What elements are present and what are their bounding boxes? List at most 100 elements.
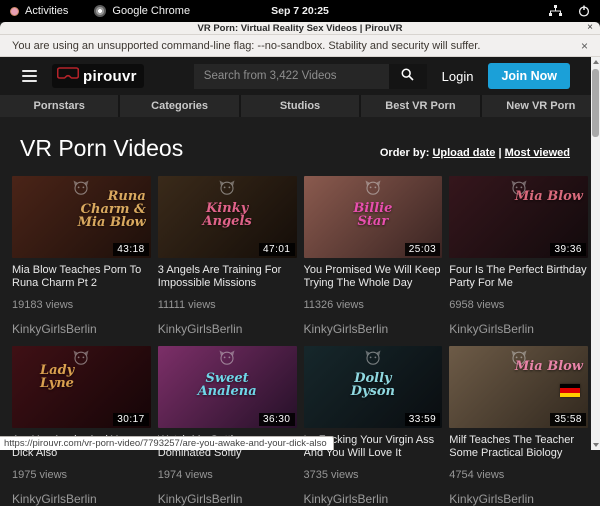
scrollbar-thumb[interactable] xyxy=(592,69,599,137)
video-title[interactable]: 3 Angels Are Training For Impossible Mis… xyxy=(158,264,297,290)
video-thumbnail[interactable]: Sweet Analena 36:30 xyxy=(158,346,297,428)
video-thumbnail[interactable]: Lady Lyne 30:17 xyxy=(12,346,151,428)
duration-badge: 43:18 xyxy=(113,243,149,256)
order-separator: | xyxy=(498,147,501,159)
order-by: Order by: Upload date | Most viewed xyxy=(380,147,570,159)
nav-item-studios[interactable]: Studios xyxy=(241,95,359,117)
studio-watermark-icon xyxy=(219,180,235,200)
thumbnail-overlay-title: Runa Charm & Mia Blow xyxy=(76,190,146,229)
video-views: 4754 views xyxy=(449,469,588,481)
page-content: VR Porn Videos Order by: Upload date | M… xyxy=(0,135,600,506)
studio-watermark-icon xyxy=(365,180,381,200)
studio-watermark-icon xyxy=(365,350,381,370)
studio-link[interactable]: KinkyGirlsBerlin xyxy=(158,322,297,336)
scroll-up-arrow-icon[interactable] xyxy=(593,60,599,64)
duration-badge: 47:01 xyxy=(259,243,295,256)
status-url-tooltip: https://pirouvr.com/vr-porn-video/779325… xyxy=(0,436,334,450)
video-card: Kinky Angels 47:01 3 Angels Are Training… xyxy=(158,176,297,336)
video-thumbnail[interactable]: Mia Blow 39:36 xyxy=(449,176,588,258)
thumbnail-overlay-title: Mia Blow xyxy=(515,190,583,203)
infobar-message: You are using an unsupported command-lin… xyxy=(12,40,480,52)
focused-app-menu[interactable]: Google Chrome xyxy=(94,5,190,17)
nav-item-best-vr-porn[interactable]: Best VR Porn xyxy=(361,95,479,117)
thumbnail-overlay-title: Lady Lyne xyxy=(40,364,110,390)
thumbnail-overlay-title: Kinky Angels xyxy=(192,202,261,228)
video-card: Mia Blow 39:36 Four Is The Perfect Birth… xyxy=(449,176,588,336)
nav-item-pornstars[interactable]: Pornstars xyxy=(0,95,118,117)
thumbnail-overlay-title: Mia Blow xyxy=(515,360,583,373)
page-scrollbar[interactable] xyxy=(591,57,600,450)
join-now-button[interactable]: Join Now xyxy=(488,63,570,89)
search-icon xyxy=(401,68,414,84)
studio-link[interactable]: KinkyGirlsBerlin xyxy=(12,322,151,336)
clock[interactable]: Sep 7 20:25 xyxy=(271,5,329,17)
search-button[interactable] xyxy=(389,64,427,89)
duration-badge: 36:30 xyxy=(259,413,295,426)
site-logo[interactable]: pirouvr xyxy=(52,64,144,88)
duration-badge: 33:59 xyxy=(405,413,441,426)
nav-item-new-vr-porn[interactable]: New VR Porn xyxy=(482,95,600,117)
studio-watermark-icon xyxy=(219,350,235,370)
activities-indicator-icon xyxy=(10,7,19,16)
studio-link[interactable]: KinkyGirlsBerlin xyxy=(12,492,151,506)
chrome-icon xyxy=(94,5,106,17)
video-grid: Runa Charm & Mia Blow 43:18 Mia Blow Tea… xyxy=(10,176,590,506)
window-close-icon[interactable]: × xyxy=(587,23,593,33)
video-thumbnail[interactable]: Dolly Dyson 33:59 xyxy=(304,346,443,428)
order-most-viewed-link[interactable]: Most viewed xyxy=(505,147,570,159)
infobar-close-icon[interactable]: × xyxy=(581,39,588,53)
video-thumbnail[interactable]: Billie Star 25:03 xyxy=(304,176,443,258)
scroll-down-arrow-icon[interactable] xyxy=(593,443,599,447)
video-title[interactable]: Four Is The Perfect Birthday Party For M… xyxy=(449,264,588,290)
video-card: Runa Charm & Mia Blow 43:18 Mia Blow Tea… xyxy=(12,176,151,336)
menu-icon[interactable] xyxy=(22,70,37,82)
network-icon[interactable] xyxy=(549,5,562,17)
video-views: 3735 views xyxy=(304,469,443,481)
window-title-bar[interactable]: VR Porn: Virtual Reality Sex Videos | Pi… xyxy=(0,22,600,35)
german-flag-icon xyxy=(560,384,580,397)
activities-button[interactable]: Activities xyxy=(25,5,68,17)
thumbnail-overlay-title: Sweet Analena xyxy=(192,372,261,398)
search-input[interactable] xyxy=(194,64,389,89)
video-views: 11326 views xyxy=(304,299,443,311)
power-icon[interactable] xyxy=(578,5,590,17)
video-title[interactable]: You Promised We Will Keep Trying The Who… xyxy=(304,264,443,290)
login-link[interactable]: Login xyxy=(442,69,474,84)
order-upload-date-link[interactable]: Upload date xyxy=(432,147,495,159)
page-title: VR Porn Videos xyxy=(20,135,183,162)
studio-link[interactable]: KinkyGirlsBerlin xyxy=(304,322,443,336)
video-card: Sweet Analena 36:30 Watch Me Getting Dom… xyxy=(158,346,297,506)
studio-link[interactable]: KinkyGirlsBerlin xyxy=(304,492,443,506)
site-logo-text: pirouvr xyxy=(83,68,137,85)
video-card: Dolly Dyson 33:59 Im Fucking Your Virgin… xyxy=(304,346,443,506)
video-title[interactable]: Milf Teaches The Teacher Some Practical … xyxy=(449,434,588,460)
video-views: 1975 views xyxy=(12,469,151,481)
duration-badge: 39:36 xyxy=(550,243,586,256)
vr-goggles-icon xyxy=(57,67,79,85)
video-views: 19183 views xyxy=(12,299,151,311)
video-views: 1974 views xyxy=(158,469,297,481)
focused-app-label: Google Chrome xyxy=(112,5,190,17)
thumbnail-overlay-title: Billie Star xyxy=(338,202,407,228)
thumbnail-overlay-title: Dolly Dyson xyxy=(338,372,407,398)
order-by-label: Order by: xyxy=(380,147,430,159)
nav-item-categories[interactable]: Categories xyxy=(120,95,238,117)
video-thumbnail[interactable]: Runa Charm & Mia Blow 43:18 xyxy=(12,176,151,258)
chrome-infobar: You are using an unsupported command-lin… xyxy=(0,35,600,57)
video-views: 11111 views xyxy=(158,299,297,311)
studio-link[interactable]: KinkyGirlsBerlin xyxy=(158,492,297,506)
main-nav: PornstarsCategoriesStudiosBest VR PornNe… xyxy=(0,95,600,117)
video-title[interactable]: Mia Blow Teaches Porn To Runa Charm Pt 2 xyxy=(12,264,151,290)
system-top-bar: Activities Google Chrome Sep 7 20:25 xyxy=(0,0,600,22)
video-card: Lady Lyne 30:17 Are You Awake And Your D… xyxy=(12,346,151,506)
search-bar xyxy=(194,64,427,89)
video-views: 6958 views xyxy=(449,299,588,311)
duration-badge: 25:03 xyxy=(405,243,441,256)
studio-link[interactable]: KinkyGirlsBerlin xyxy=(449,492,588,506)
studio-link[interactable]: KinkyGirlsBerlin xyxy=(449,322,588,336)
duration-badge: 30:17 xyxy=(113,413,149,426)
video-thumbnail[interactable]: Mia Blow 35:58 xyxy=(449,346,588,428)
video-thumbnail[interactable]: Kinky Angels 47:01 xyxy=(158,176,297,258)
duration-badge: 35:58 xyxy=(550,413,586,426)
site-header: pirouvr Login Join Now xyxy=(0,57,600,95)
